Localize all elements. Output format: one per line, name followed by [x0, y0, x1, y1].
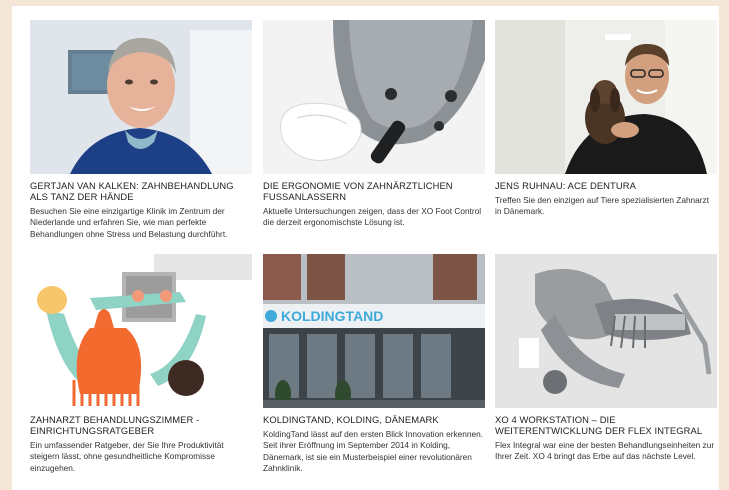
- article-description: Besuchen Sie eine einzigartige Klinik im…: [30, 206, 228, 239]
- article-description: KoldingTand lässt auf den ersten Blick I…: [263, 429, 484, 473]
- top-border: [0, 0, 729, 6]
- article-title[interactable]: JENS RUHNAU: ACE DENTURA: [495, 180, 717, 191]
- workstation-image[interactable]: [495, 254, 717, 408]
- article-card-koldingtand[interactable]: KOLDINGTAND KOLDINGTAND, KOLDING, DÄNEMA…: [263, 254, 485, 474]
- article-card-foot-control[interactable]: DIE ERGONOMIE VON ZAHNÄRZTLICHEN FUSSANL…: [263, 20, 485, 229]
- right-border: [719, 0, 729, 490]
- article-title[interactable]: ZAHNARZT BEHANDLUNGSZIMMER - EINRICHTUNG…: [30, 414, 252, 436]
- dentist-portrait-image[interactable]: [30, 20, 252, 174]
- treatment-room-illustration[interactable]: [30, 254, 252, 408]
- article-card-xo4-workstation[interactable]: XO 4 WORKSTATION – DIE WEITERENTWICKLUNG…: [495, 254, 717, 463]
- article-title[interactable]: XO 4 WORKSTATION – DIE WEITERENTWICKLUNG…: [495, 414, 717, 436]
- article-card-treatment-room[interactable]: ZAHNARZT BEHANDLUNGSZIMMER - EINRICHTUNG…: [30, 254, 252, 474]
- article-description: Flex Integral war eine der besten Behand…: [495, 440, 715, 462]
- clinic-facade-image[interactable]: KOLDINGTAND: [263, 254, 485, 408]
- left-border: [0, 0, 12, 490]
- foot-control-image[interactable]: [263, 20, 485, 174]
- article-title[interactable]: GERTJAN VAN KALKEN: ZAHNBEHANDLUNG ALS T…: [30, 180, 252, 202]
- dentist-with-dog-image[interactable]: [495, 20, 717, 174]
- article-card-ruhnau[interactable]: JENS RUHNAU: ACE DENTURA Treffen Sie den…: [495, 20, 717, 218]
- article-title[interactable]: KOLDINGTAND, KOLDING, DÄNEMARK: [263, 414, 485, 425]
- article-title[interactable]: DIE ERGONOMIE VON ZAHNÄRZTLICHEN FUSSANL…: [263, 180, 485, 202]
- article-card-van-kalken[interactable]: GERTJAN VAN KALKEN: ZAHNBEHANDLUNG ALS T…: [30, 20, 252, 240]
- article-description: Aktuelle Untersuchungen zeigen, dass der…: [263, 206, 482, 228]
- clinic-sign-text: KOLDINGTAND: [281, 308, 383, 324]
- article-description: Ein umfassender Ratgeber, der Sie Ihre P…: [30, 440, 224, 473]
- article-description: Treffen Sie den einzigen auf Tiere spezi…: [495, 195, 709, 217]
